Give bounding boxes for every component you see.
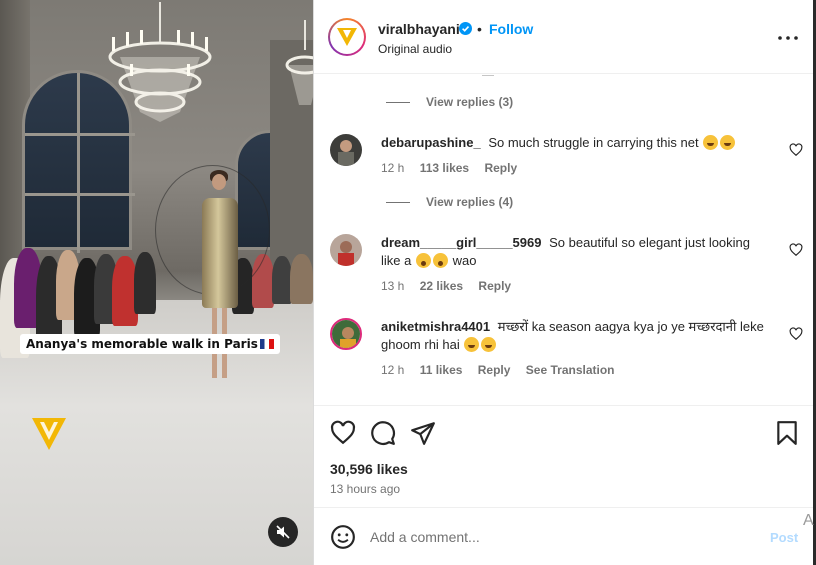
verified-badge-icon — [459, 22, 472, 35]
share-send-icon[interactable] — [410, 420, 436, 446]
add-comment-bar: Post — [314, 507, 814, 565]
avatar[interactable] — [328, 18, 366, 56]
replies-divider — [386, 101, 410, 103]
comment-input[interactable] — [370, 524, 750, 550]
laughing-emoji-icon — [464, 337, 480, 352]
comment-meta: 12 h 113 likes Reply — [381, 161, 529, 175]
comment-text: aniketmishra4401 मच्छरों ka season aagya… — [381, 318, 766, 354]
heart-icon[interactable] — [789, 327, 803, 341]
comment-content: So much struggle in carrying this net — [488, 135, 699, 150]
post-comment-button[interactable]: Post — [770, 530, 798, 545]
watermark-logo — [32, 418, 66, 450]
follow-button[interactable]: Follow — [489, 21, 533, 37]
video-player[interactable]: Ananya's memorable walk in Paris — [0, 0, 313, 565]
post-actions: 30,596 likes 13 hours ago — [314, 405, 814, 505]
separator-dot: • — [477, 21, 482, 37]
comment-text: dream_____girl_____5969 So beautiful so … — [381, 234, 766, 270]
comment-meta: 12 h 11 likes Reply See Translation — [381, 363, 627, 377]
comment-username[interactable]: dream_____girl_____5969 — [381, 235, 541, 250]
post-username[interactable]: viralbhayani — [378, 21, 460, 37]
chandelier — [108, 2, 212, 122]
reply-button[interactable]: Reply — [484, 161, 517, 175]
post-header: viralbhayani • Follow Original audio — [314, 0, 814, 74]
view-replies-label: View replies (4) — [426, 195, 514, 209]
view-replies-label: View replies (3) — [426, 95, 514, 109]
heart-icon[interactable] — [789, 243, 803, 257]
speaker-muted-icon — [276, 525, 290, 539]
mute-button[interactable] — [268, 517, 298, 547]
reply-button[interactable]: Reply — [478, 279, 511, 293]
comment-likes[interactable]: 22 likes — [420, 279, 463, 293]
view-replies-button[interactable]: View replies (4) — [386, 195, 513, 209]
laughing-emoji-icon — [703, 135, 719, 150]
comment-likes[interactable]: 113 likes — [420, 161, 469, 175]
comments-list[interactable]: — View replies (3) debarupashine_ So muc… — [314, 75, 814, 405]
more-horizontal-icon[interactable] — [776, 28, 800, 48]
post-timestamp: 13 hours ago — [330, 482, 401, 496]
see-translation-button[interactable]: See Translation — [526, 363, 615, 377]
comment-likes[interactable]: 11 likes — [420, 363, 463, 377]
runway-model — [190, 170, 250, 390]
laughing-emoji-icon — [481, 337, 497, 352]
post-details-panel: viralbhayani • Follow Original audio — V… — [313, 0, 814, 565]
edge-letter: A — [803, 512, 814, 529]
bookmark-icon[interactable] — [774, 420, 800, 446]
comment-time: 12 h — [381, 161, 405, 175]
replies-divider — [386, 201, 410, 203]
comment-time: 12 h — [381, 363, 405, 377]
comment-avatar[interactable] — [330, 134, 362, 166]
audio-label[interactable]: Original audio — [378, 42, 452, 56]
emoji-picker-icon[interactable] — [330, 524, 356, 550]
instagram-post-view: Ananya's memorable walk in Paris viralbh… — [0, 0, 816, 565]
like-heart-icon[interactable] — [330, 420, 356, 446]
video-caption-text: Ananya's memorable walk in Paris — [26, 337, 258, 351]
comment-meta: 13 h 22 likes Reply — [381, 279, 523, 293]
comment-bubble-icon[interactable] — [370, 420, 396, 446]
comment-avatar[interactable] — [330, 234, 362, 266]
comment-time: 13 h — [381, 279, 405, 293]
truncated-comment-text: — — [482, 75, 494, 81]
astonished-emoji-icon — [415, 253, 431, 268]
comment-text: debarupashine_ So much struggle in carry… — [381, 134, 766, 152]
viralbhayani-logo-icon — [337, 28, 357, 46]
comment-username[interactable]: debarupashine_ — [381, 135, 481, 150]
comment-username[interactable]: aniketmishra4401 — [381, 319, 490, 334]
reply-button[interactable]: Reply — [478, 363, 511, 377]
chandelier — [285, 20, 313, 105]
view-replies-button[interactable]: View replies (3) — [386, 95, 513, 109]
laughing-emoji-icon — [720, 135, 736, 150]
heart-icon[interactable] — [789, 143, 803, 157]
france-flag-icon — [259, 339, 274, 349]
comment-avatar[interactable] — [330, 318, 362, 350]
comment-content-end: wao — [452, 253, 477, 268]
video-caption: Ananya's memorable walk in Paris — [20, 334, 280, 354]
likes-count[interactable]: 30,596 likes — [330, 461, 408, 477]
astonished-emoji-icon — [432, 253, 448, 268]
